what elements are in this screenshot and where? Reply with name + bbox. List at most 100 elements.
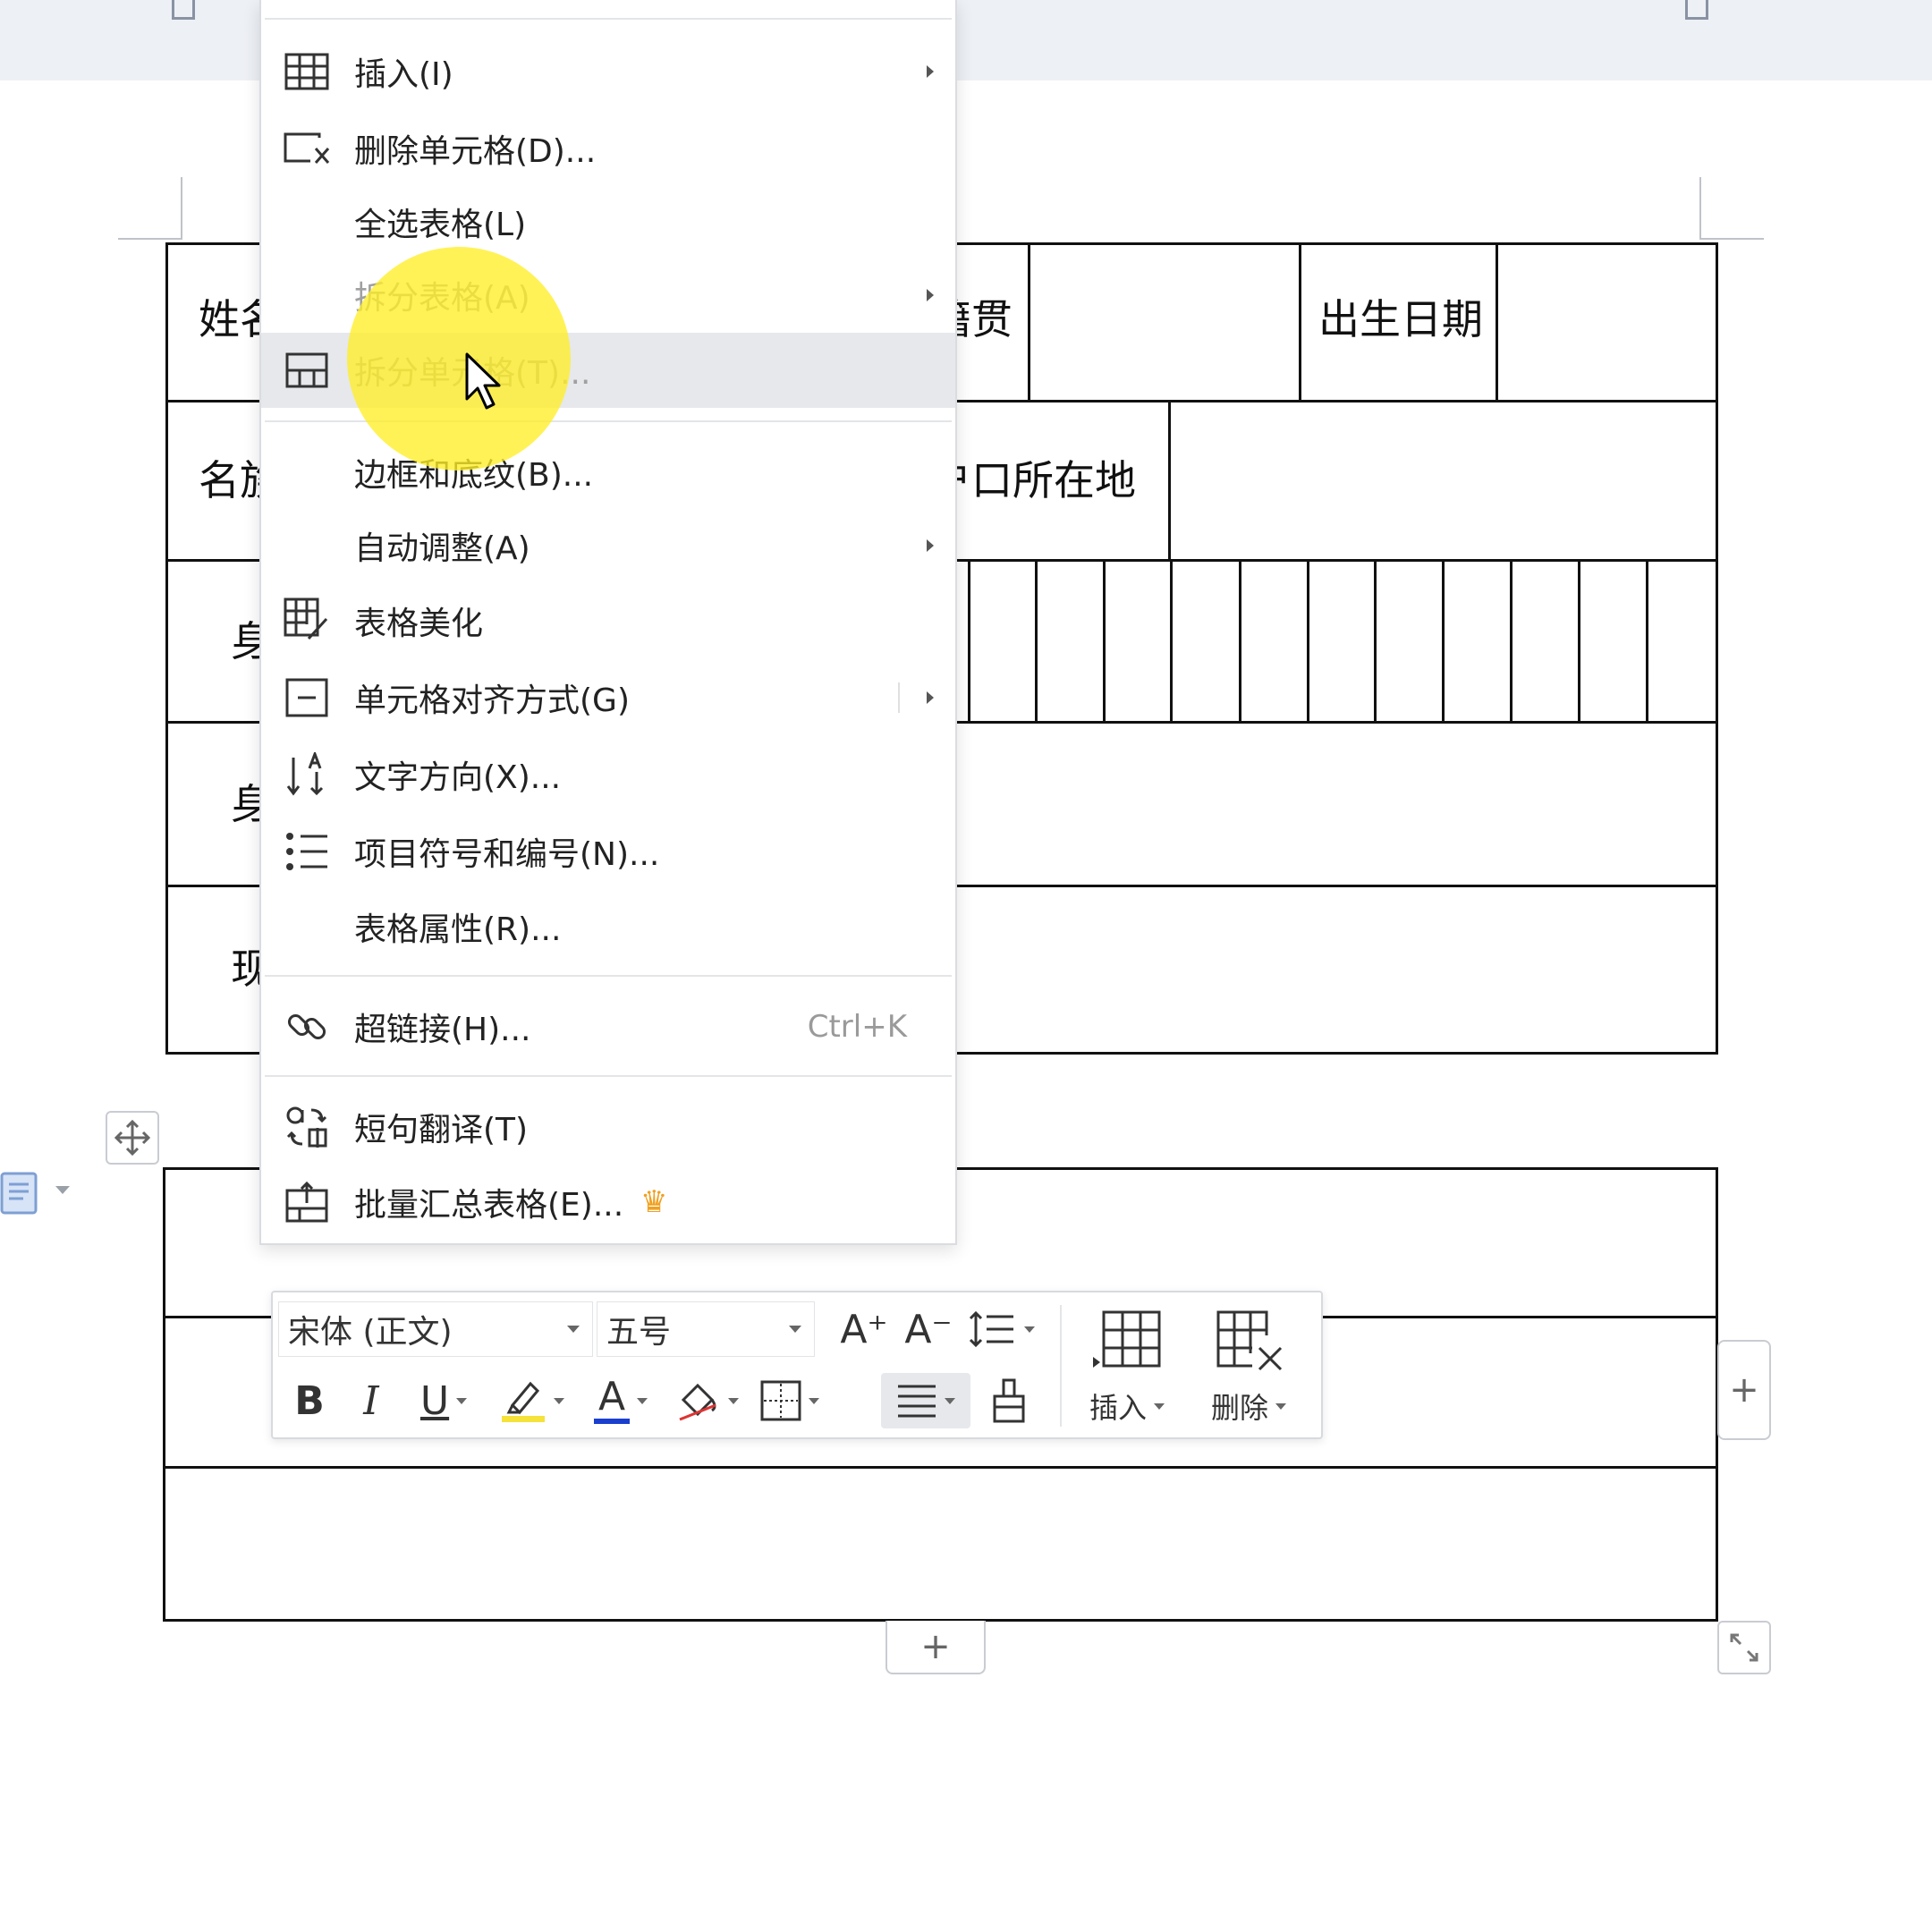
paint-bucket-icon [679, 1383, 716, 1421]
line-spacing-button[interactable] [962, 1301, 1042, 1357]
menu-item-autofit[interactable]: 自动调整(A) [261, 508, 955, 583]
insert-label: 插入 [1089, 1391, 1147, 1425]
toolbar-divider [1060, 1305, 1062, 1427]
table-cell-label[interactable]: 户口所在地 [930, 460, 1136, 501]
underline-label: U [419, 1377, 450, 1424]
font-size-select[interactable]: 五号 [597, 1301, 815, 1357]
highlight-button[interactable] [489, 1373, 575, 1428]
menu-item-cell-alignment[interactable]: 单元格对齐方式(G) [261, 660, 955, 735]
menu-item-label: 单元格对齐方式(G) [354, 682, 630, 719]
translate-icon [283, 1103, 331, 1151]
menu-separator [265, 18, 952, 20]
table-cell-label[interactable]: 出生日期 [1318, 299, 1483, 340]
align-justify-icon [898, 1385, 936, 1418]
menu-item-batch-summary[interactable]: 批量汇总表格(E)... ♛ [261, 1165, 955, 1240]
table-delete-icon [1216, 1310, 1283, 1371]
menu-item-text-direction[interactable]: 文字方向(X)... [261, 737, 955, 812]
menu-item-label: 超链接(H)... [354, 1012, 531, 1048]
table-beautify-icon [283, 597, 331, 645]
menu-separator [265, 975, 952, 977]
chevron-down-icon[interactable] [55, 1186, 70, 1194]
menu-item-table-properties[interactable]: 表格属性(R)... [261, 889, 955, 964]
menu-item-label: 全选表格(L) [354, 207, 527, 243]
menu-item-label: 表格属性(R)... [354, 911, 562, 948]
ruler-marker-icon[interactable] [172, 0, 195, 20]
menu-item-label: 删除单元格(D)... [354, 133, 597, 170]
chevron-down-icon [554, 1397, 564, 1404]
margin-corner [181, 177, 183, 238]
table-col-line [1170, 559, 1173, 723]
split-cell-icon [283, 346, 331, 394]
delete-table-button[interactable]: 删除 [1199, 1301, 1298, 1432]
bold-button[interactable]: B [280, 1373, 339, 1428]
borders-icon [760, 1380, 801, 1421]
menu-item-borders-shading[interactable]: 边框和底纹(B)... [261, 435, 955, 510]
menu-item-label: 项目符号和编号(N)... [354, 836, 660, 873]
underline-button[interactable]: U [403, 1373, 484, 1428]
menu-item-split-table[interactable]: 拆分表格(A) [261, 258, 955, 333]
font-color-button[interactable]: A [582, 1373, 659, 1428]
menu-item-delete-cell[interactable]: 删除单元格(D)... [261, 111, 955, 186]
submenu-arrow-icon [927, 539, 934, 552]
chevron-down-icon [1154, 1402, 1165, 1410]
font-size-value: 五号 [606, 1314, 672, 1351]
delete-label: 删除 [1210, 1391, 1268, 1425]
menu-item-label: 自动调整(A) [354, 530, 530, 567]
font-color-letter: A [597, 1374, 626, 1419]
menu-item-label: 拆分单元格(T)... [354, 355, 591, 392]
insert-table-button[interactable]: 插入 [1078, 1301, 1176, 1432]
bullets-numbering-icon [283, 827, 331, 876]
add-row-button[interactable]: + [886, 1621, 986, 1674]
table-col-line [1442, 559, 1445, 723]
menu-item-select-table[interactable]: 全选表格(L) [261, 184, 955, 259]
menu-item-insert[interactable]: 插入(I) [261, 34, 955, 109]
menu-separator [265, 1075, 952, 1077]
table-insert-icon [283, 47, 331, 96]
shrink-font-button[interactable]: A⁻ [897, 1301, 960, 1357]
table-col-line [1510, 559, 1513, 723]
grow-font-button[interactable]: A⁺ [833, 1301, 895, 1357]
menu-item-hyperlink[interactable]: 超链接(H)... Ctrl+K [261, 989, 955, 1064]
menu-item-label: 边框和底纹(B)... [354, 457, 594, 494]
table-col-line [1307, 559, 1309, 723]
font-name-select[interactable]: 宋体 (正文) [278, 1301, 593, 1357]
chevron-down-icon [945, 1397, 955, 1404]
italic-button[interactable]: I [344, 1373, 398, 1428]
menu-item-translate[interactable]: 短句翻译(T) [261, 1089, 955, 1165]
borders-button[interactable] [752, 1373, 827, 1428]
ruler-marker-icon[interactable] [1685, 0, 1708, 20]
menu-item-bullets-numbering[interactable]: 项目符号和编号(N)... [261, 814, 955, 889]
shortcut-label: Ctrl+K [807, 1009, 907, 1045]
table-col-line [1239, 559, 1241, 723]
table-row-line [163, 1466, 1718, 1469]
chevron-down-icon [567, 1326, 580, 1333]
format-painter-button[interactable] [978, 1373, 1040, 1428]
table-insert-icon [1093, 1310, 1161, 1368]
paragraph-layout-icon[interactable] [0, 1172, 45, 1216]
menu-item-label: 文字方向(X)... [354, 759, 562, 796]
align-button[interactable] [881, 1373, 970, 1428]
shading-button[interactable] [666, 1373, 747, 1428]
menu-item-table-beautify[interactable]: 表格美化 [261, 583, 955, 658]
table-col-line [1578, 559, 1580, 723]
margin-corner [1699, 238, 1764, 241]
submenu-arrow-icon [927, 691, 934, 704]
table-resize-icon[interactable] [1717, 1621, 1771, 1674]
chevron-down-icon [789, 1326, 801, 1333]
chevron-down-icon [1024, 1326, 1035, 1333]
font-color-bar [594, 1419, 630, 1424]
table-col-line [1496, 242, 1498, 402]
menu-item-label: 表格美化 [354, 606, 484, 642]
format-painter-icon [993, 1378, 1025, 1423]
add-column-button[interactable]: + [1717, 1340, 1771, 1440]
table-move-handle-icon[interactable] [106, 1111, 159, 1165]
chevron-down-icon [1275, 1402, 1286, 1410]
chevron-down-icon [637, 1397, 648, 1404]
highlighter-icon [502, 1381, 545, 1422]
table-col-line [1374, 559, 1377, 723]
menu-item-split-cell[interactable]: 拆分单元格(T)... [261, 333, 955, 408]
table-col-line [1028, 242, 1030, 402]
font-name-value: 宋体 (正文) [288, 1314, 453, 1351]
line-spacing-icon [969, 1310, 1013, 1348]
table-context-menu: 插入(I) 删除单元格(D)... 全选表格(L) 拆分表格(A) 拆分单元格(… [259, 0, 957, 1245]
